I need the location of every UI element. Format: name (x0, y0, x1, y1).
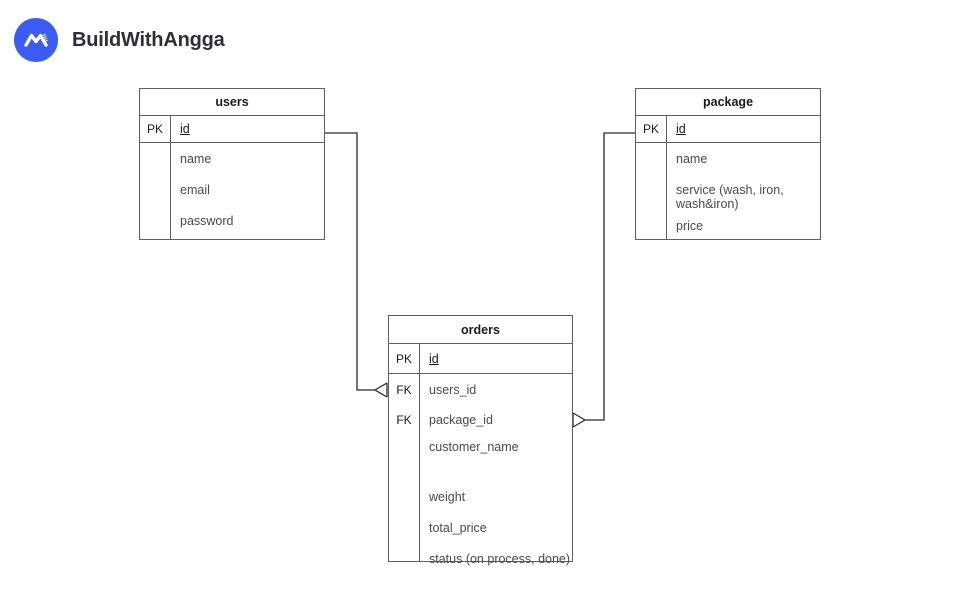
entity-package-gutter (636, 143, 667, 239)
entity-users-key-pk: PK (140, 116, 171, 142)
entity-users-title: users (140, 89, 324, 116)
entity-package[interactable]: package PK id name service (wash, iron, … (635, 88, 821, 240)
entity-orders-row-users-id[interactable]: FK users_id (389, 374, 572, 405)
entity-orders-row-package-id[interactable]: FK package_id (389, 405, 572, 435)
entity-users-field-id: id (171, 116, 324, 142)
entity-package-attributes: name service (wash, iron, wash&iron) pri… (636, 143, 820, 239)
crows-foot-marker-package-orders (572, 412, 586, 428)
entity-users-gutter (140, 143, 171, 239)
entity-orders-field-customer-name: customer_name (429, 440, 519, 454)
connector-users-orders (325, 132, 375, 391)
entity-package-field-price: price (676, 219, 704, 233)
entity-users-field-password: password (180, 214, 234, 228)
entity-orders-title: orders (389, 316, 572, 344)
entity-orders-attributes: customer_name weight total_price status … (389, 435, 572, 566)
entity-users[interactable]: users PK id name email password (139, 88, 325, 240)
entity-package-field-id: id (667, 116, 820, 142)
entity-orders-gutter (389, 435, 420, 561)
entity-orders-key-pk: PK (389, 344, 420, 373)
entity-users-field-id-text: id (180, 122, 190, 136)
entity-orders-row-id[interactable]: PK id (389, 344, 572, 374)
entity-package-field-service: service (wash, iron, wash&iron) (676, 183, 784, 211)
entity-orders-key-fk-package: FK (389, 405, 420, 435)
entity-orders-field-id-text: id (429, 351, 439, 366)
entity-orders-field-status: status (on process, done) (429, 552, 571, 566)
entity-orders-key-fk-users: FK (389, 374, 420, 405)
entity-orders-field-weight: weight (429, 490, 466, 504)
entity-package-title: package (636, 89, 820, 116)
entity-orders-field-package-id: package_id (429, 413, 493, 427)
connector-package-orders (585, 132, 635, 421)
erd-diagram: users PK id name email password package … (0, 0, 960, 600)
entity-orders[interactable]: orders PK id FK users_id FK package_id c… (388, 315, 573, 566)
entity-package-field-id-text: id (676, 122, 686, 136)
entity-package-key-pk: PK (636, 116, 667, 142)
crows-foot-marker-users-orders (374, 382, 388, 398)
entity-users-field-email: email (180, 183, 210, 197)
entity-users-attributes: name email password (140, 143, 324, 239)
entity-package-row-id[interactable]: PK id (636, 116, 820, 143)
entity-orders-field-total-price: total_price (429, 521, 487, 535)
entity-users-row-id[interactable]: PK id (140, 116, 324, 143)
entity-orders-field-users-id: users_id (429, 382, 477, 397)
entity-users-field-name: name (180, 152, 212, 166)
entity-orders-field-id: id (420, 344, 572, 373)
entity-package-field-name: name (676, 152, 708, 166)
